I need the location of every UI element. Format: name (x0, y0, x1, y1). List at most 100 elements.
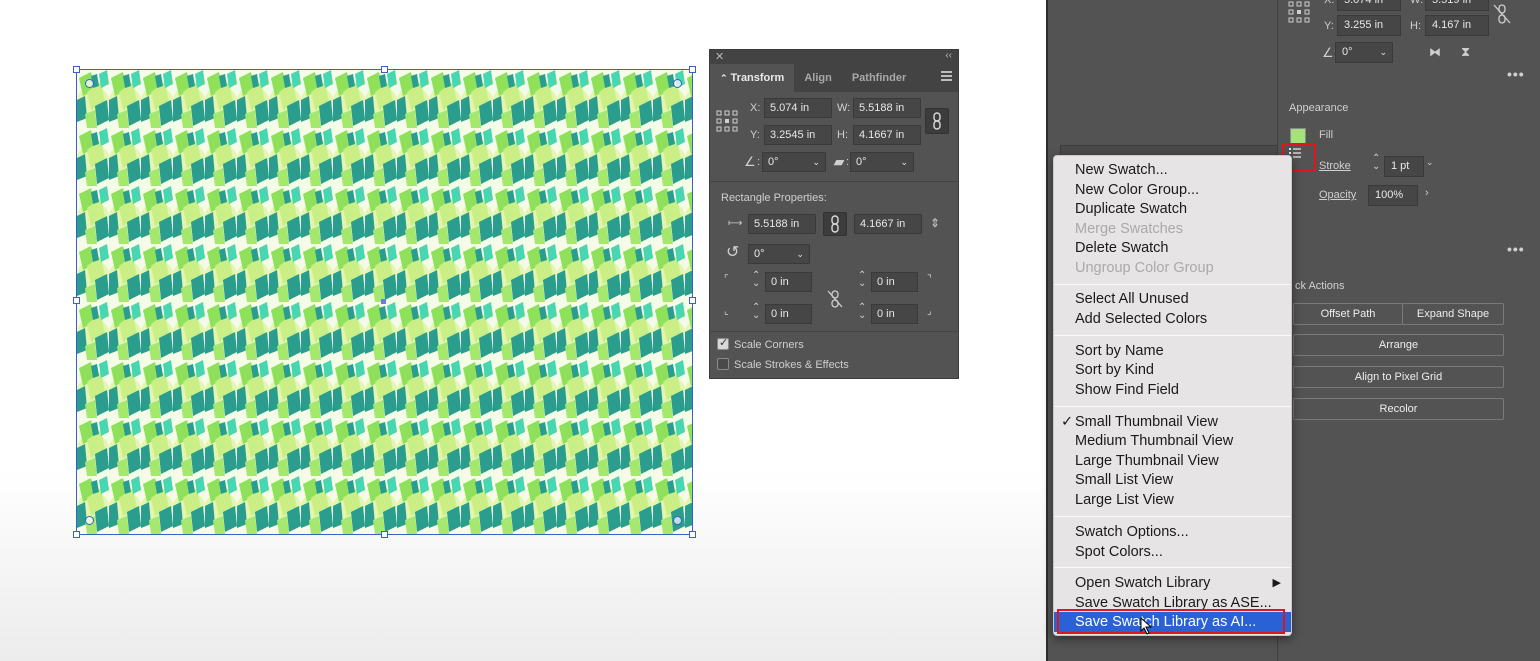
panel-menu-icon[interactable] (941, 71, 952, 83)
menu-item-swatch-options[interactable]: Swatch Options... (1054, 522, 1291, 542)
menu-item-merge-swatches: Merge Swatches (1054, 219, 1291, 239)
fill-swatch-icon[interactable] (1290, 128, 1306, 144)
menu-item-select-all-unused[interactable]: Select All Unused (1054, 289, 1291, 309)
close-icon[interactable]: ✕ (715, 50, 724, 63)
stepper-icon[interactable]: ⌃ ⌄ (752, 303, 760, 321)
flip-vertical-icon[interactable]: ⧗ (1461, 44, 1470, 60)
rect-height-field[interactable]: 4.1667 in (854, 214, 922, 234)
corner-radius-top-left[interactable]: 0 in (765, 272, 812, 292)
tab-transform[interactable]: ⌃ Transform (710, 64, 795, 92)
chevron-down-icon[interactable]: ⌄ (900, 153, 908, 171)
menu-item-new-swatch[interactable]: New Swatch... (1054, 160, 1291, 180)
shear-field[interactable]: 0° ⌄ (850, 152, 914, 172)
handle-bottom-left[interactable] (73, 531, 80, 538)
menu-item-large-thumbnail-view[interactable]: Large Thumbnail View (1054, 451, 1291, 471)
h-field[interactable]: 4.1667 in (853, 125, 921, 145)
stroke-weight-field[interactable]: 1 pt (1384, 156, 1424, 177)
corner-type-icon[interactable]: ⌜ (724, 274, 729, 285)
corner-type-icon[interactable]: ⌟ (927, 306, 932, 317)
stepper-icon[interactable]: ⌃ ⌄ (858, 303, 866, 321)
rect-link-button[interactable] (823, 212, 847, 236)
h-field[interactable]: 4.167 in (1425, 15, 1489, 36)
rect-width-field[interactable]: 5.5188 in (748, 214, 816, 234)
more-options-icon[interactable]: ••• (1507, 241, 1525, 257)
chevron-down-icon[interactable]: ⌄ (812, 153, 820, 171)
angle-field[interactable]: 0° ⌄ (1335, 42, 1393, 63)
unlink-icon[interactable] (1493, 4, 1511, 24)
menu-item-label: Duplicate Swatch (1075, 201, 1188, 217)
expand-shape-button[interactable]: Expand Shape (1402, 303, 1504, 325)
rect-rotation-field[interactable]: 0° ⌄ (748, 244, 810, 264)
corner-radius-top-right[interactable]: 0 in (871, 272, 918, 292)
corner-type-icon[interactable]: ⌝ (927, 274, 932, 285)
corner-radius-bottom-left[interactable]: 0 in (765, 304, 812, 324)
corner-radius-bottom-right[interactable]: 0 in (871, 304, 918, 324)
opacity-label[interactable]: Opacity (1319, 189, 1356, 201)
corner-radius-widget[interactable] (673, 79, 682, 88)
corner-radius-widget[interactable] (673, 516, 682, 525)
h-label: H: (1410, 20, 1421, 32)
handle-bottom-right[interactable] (689, 531, 696, 538)
menu-item-delete-swatch[interactable]: Delete Swatch (1054, 238, 1291, 258)
stepper-icon[interactable]: ⌃ ⌄ (752, 271, 760, 289)
tab-pathfinder[interactable]: Pathfinder (842, 64, 916, 92)
stepper-icon[interactable]: ⌃ ⌄ (1372, 154, 1380, 172)
more-options-icon[interactable]: ••• (1507, 66, 1525, 82)
menu-item-show-find-field[interactable]: Show Find Field (1054, 380, 1291, 400)
handle-top-left[interactable] (73, 66, 80, 73)
chevron-right-icon[interactable]: › (1425, 187, 1429, 199)
constrain-proportions-button[interactable] (925, 108, 949, 134)
corner-type-icon[interactable]: ⌞ (724, 306, 729, 317)
handle-middle-left[interactable] (73, 297, 80, 304)
menu-item-large-list-view[interactable]: Large List View (1054, 490, 1291, 510)
handle-middle-right[interactable] (689, 297, 696, 304)
menu-item-spot-colors[interactable]: Spot Colors... (1054, 542, 1291, 562)
y-field[interactable]: 3.255 in (1337, 15, 1401, 36)
y-field[interactable]: 3.2545 in (764, 125, 832, 145)
checkmark-icon: ✓ (1061, 414, 1074, 430)
corner-radius-widget[interactable] (85, 516, 94, 525)
panel-titlebar: ✕ ‹‹ (710, 50, 958, 64)
cursor-icon (1140, 617, 1153, 635)
menu-item-label: Sort by Kind (1075, 362, 1154, 378)
w-field[interactable]: 5.5188 in (853, 98, 921, 118)
align-to-pixel-grid-button[interactable]: Align to Pixel Grid (1293, 366, 1504, 388)
chevron-down-icon[interactable]: ⌄ (1426, 157, 1434, 168)
menu-item-small-list-view[interactable]: Small List View (1054, 470, 1291, 490)
menu-item-open-swatch-library[interactable]: Open Swatch Library ▶ (1054, 573, 1291, 593)
x-field[interactable]: 5.074 in (764, 98, 832, 118)
arrange-button[interactable]: Arrange (1293, 334, 1504, 356)
handle-bottom-center[interactable] (381, 531, 388, 538)
offset-path-button[interactable]: Offset Path (1293, 303, 1403, 325)
flip-horizontal-icon[interactable]: ⧓ (1429, 45, 1441, 59)
x-field[interactable]: 5.074 in (1337, 0, 1401, 11)
menu-item-label: Spot Colors... (1075, 544, 1163, 560)
stepper-icon[interactable]: ⌃ ⌄ (858, 271, 866, 289)
reference-point-icon[interactable] (716, 110, 738, 132)
menu-separator (1054, 567, 1291, 568)
rotate-field[interactable]: 0° ⌄ (762, 152, 826, 172)
stroke-label[interactable]: Stroke (1319, 160, 1351, 172)
tab-align[interactable]: Align (794, 64, 842, 92)
menu-item-add-selected-colors[interactable]: Add Selected Colors (1054, 309, 1291, 329)
chevron-down-icon[interactable]: ⌄ (796, 245, 804, 263)
handle-top-center[interactable] (381, 66, 388, 73)
scale-corners-checkbox[interactable] (717, 336, 729, 350)
menu-item-small-thumbnail-view[interactable]: ✓ Small Thumbnail View (1054, 412, 1291, 432)
chevron-down-icon[interactable]: ⌄ (1379, 43, 1387, 62)
handle-top-right[interactable] (689, 66, 696, 73)
menu-item-new-color-group[interactable]: New Color Group... (1054, 180, 1291, 200)
w-field[interactable]: 5.519 in (1425, 0, 1489, 11)
scale-strokes-checkbox[interactable] (717, 358, 729, 370)
corner-radius-widget[interactable] (85, 79, 94, 88)
menu-item-medium-thumbnail-view[interactable]: Medium Thumbnail View (1054, 431, 1291, 451)
menu-item-duplicate-swatch[interactable]: Duplicate Swatch (1054, 199, 1291, 219)
collapse-icon[interactable]: ‹‹ (945, 50, 952, 61)
menu-item-sort-by-name[interactable]: Sort by Name (1054, 341, 1291, 361)
recolor-button[interactable]: Recolor (1293, 398, 1504, 420)
unlink-icon[interactable] (827, 290, 843, 308)
opacity-field[interactable]: 100% (1368, 185, 1418, 206)
menu-item-sort-by-kind[interactable]: Sort by Kind (1054, 360, 1291, 380)
tab-label: Transform (730, 72, 785, 84)
reference-point-icon[interactable] (1288, 1, 1310, 23)
